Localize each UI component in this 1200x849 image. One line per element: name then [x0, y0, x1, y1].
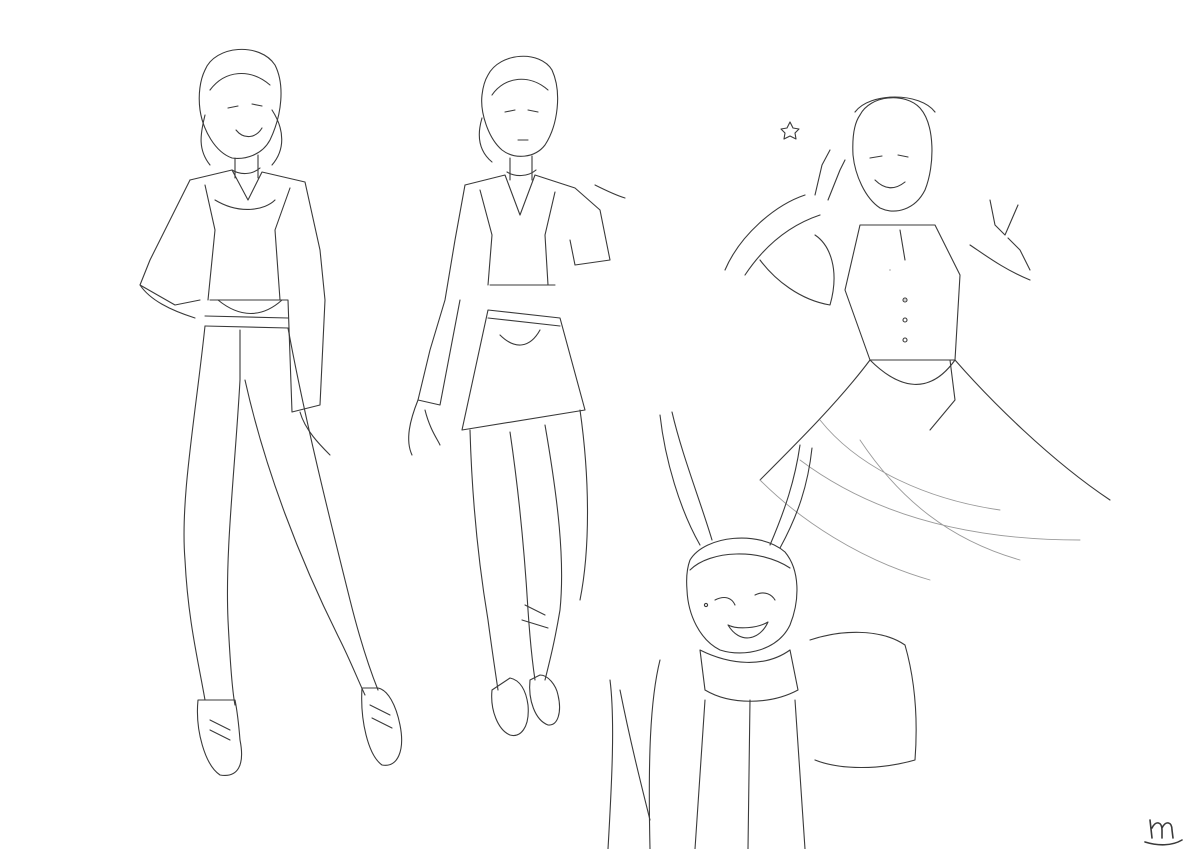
figure-jacket-skirt: [408, 55, 626, 737]
artist-signature: [1144, 819, 1183, 846]
sketch-canvas: [139, 48, 1183, 849]
figure-dress-wink: [724, 96, 1111, 581]
figure-jacket-jeans: [139, 48, 403, 776]
